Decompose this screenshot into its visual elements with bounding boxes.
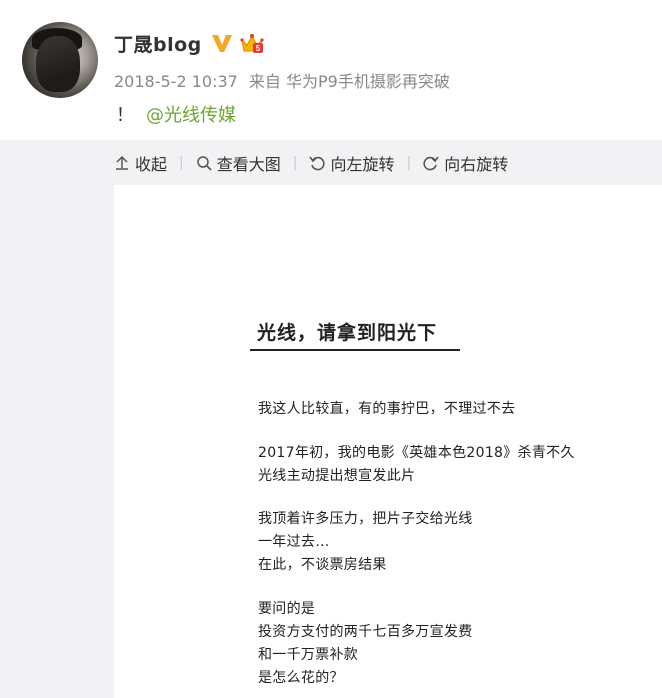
rotate-right-icon [423, 156, 439, 171]
document-line: 我这人比较直，有的事拧巴，不理过不去 [258, 401, 516, 417]
document-line: 光线主动提出想宣发此片 [258, 468, 416, 484]
toolbar-divider: | [292, 155, 298, 171]
svg-text:5: 5 [256, 44, 261, 53]
username[interactable]: 丁晟blog [114, 30, 202, 57]
post-meta: 2018-5-2 10:37 来自 华为P9手机摄影再突破 [114, 68, 450, 92]
post-text: ！ @光线传媒 [116, 101, 236, 127]
verified-icon[interactable] [211, 33, 233, 53]
source-prefix: 来自 [248, 72, 281, 91]
mention-link[interactable]: @光线传媒 [146, 105, 236, 126]
title-underline [250, 349, 460, 351]
document-line: 一年过去… [258, 534, 330, 550]
view-large-label: 查看大图 [216, 155, 281, 174]
media-gallery: 收起 | 查看大图 | 向左旋转 | 向右旋转 光线，请拿到阳光下 我这人比较直… [0, 140, 662, 698]
rotate-left-icon [309, 156, 326, 171]
document-line: 要问的是 [258, 601, 316, 617]
toolbar-divider: | [406, 155, 412, 171]
view-large-button[interactable]: 查看大图 [196, 151, 281, 175]
post-image[interactable]: 光线，请拿到阳光下 我这人比较直，有的事拧巴，不理过不去 2017年初，我的电影… [114, 185, 662, 698]
crown-icon[interactable]: 5 [239, 31, 265, 55]
document-line: 和一千万票补款 [258, 647, 359, 663]
document-line: 投资方支付的两千七百多万宣发费 [258, 624, 473, 640]
image-toolbar: 收起 | 查看大图 | 向左旋转 | 向右旋转 [114, 150, 508, 176]
document-line: 是怎么花的？ [258, 670, 344, 686]
rotate-left-button[interactable]: 向左旋转 [309, 151, 394, 175]
search-icon [196, 156, 212, 171]
rotate-left-label: 向左旋转 [330, 155, 395, 174]
collapse-label: 收起 [135, 155, 168, 174]
document-line: 我顶着许多压力，把片子交给光线 [258, 511, 473, 527]
avatar-face [36, 36, 80, 92]
rotate-right-label: 向右旋转 [444, 155, 509, 174]
avatar[interactable] [22, 22, 98, 98]
document-line: 在此，不谈票房结果 [258, 557, 387, 573]
collapse-button[interactable]: 收起 [114, 151, 167, 175]
post-header: 丁晟blog 5 2018-5-2 10:37 来自 华为P9手机摄影再突破 ！… [0, 0, 662, 140]
rotate-right-button[interactable]: 向右旋转 [423, 151, 508, 175]
post-date[interactable]: 2018-5-2 10:37 [114, 72, 238, 91]
toolbar-divider: | [179, 155, 184, 171]
post-text-prefix: ！ [116, 105, 134, 126]
document-line: 2017年初，我的电影《英雄本色2018》杀青不久 [258, 445, 575, 461]
document-title: 光线，请拿到阳光下 [257, 322, 438, 344]
collapse-arrow-icon [116, 155, 128, 170]
post-source[interactable]: 华为P9手机摄影再突破 [286, 72, 450, 91]
